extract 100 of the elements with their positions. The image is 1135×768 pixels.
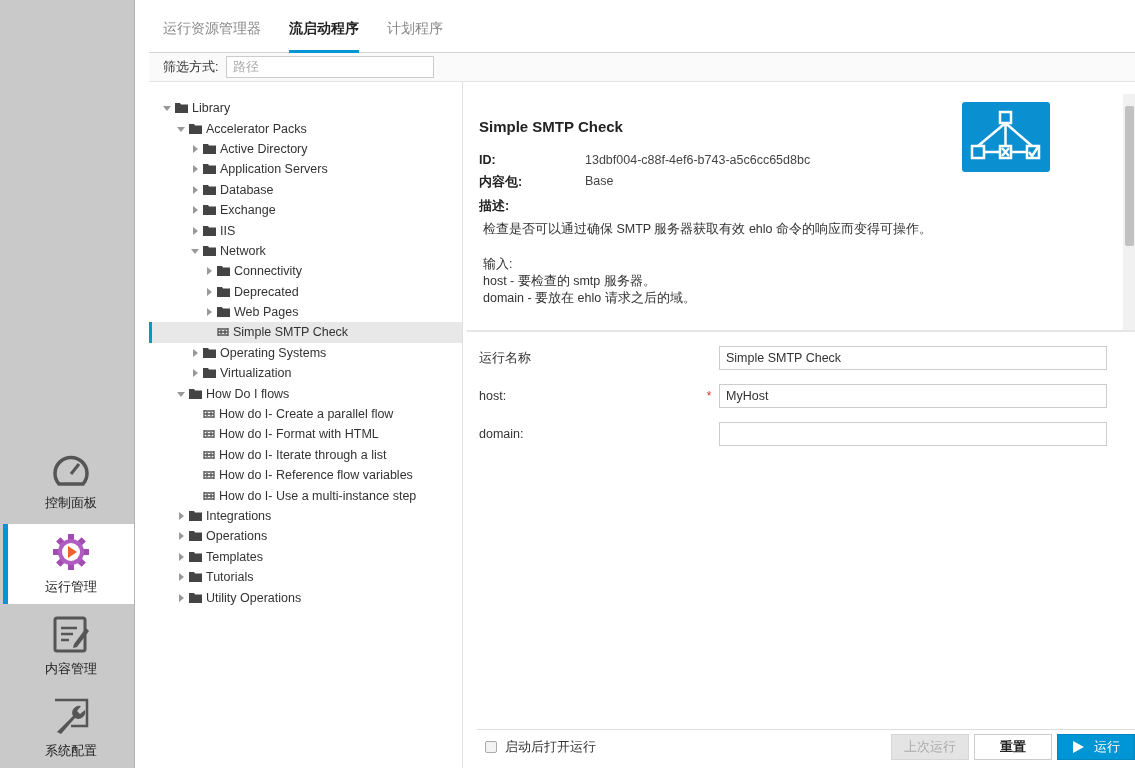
- folder-icon: [175, 103, 188, 114]
- caret-icon[interactable]: [191, 348, 199, 357]
- tree-item[interactable]: Network: [149, 240, 462, 262]
- tree-item[interactable]: How do I- Format with HTML: [149, 424, 462, 445]
- caret-icon[interactable]: [177, 573, 185, 582]
- tree-item[interactable]: Operating Systems: [149, 342, 462, 364]
- folder-icon: [203, 347, 216, 358]
- folder-icon: [217, 266, 230, 277]
- folder-icon: [189, 388, 202, 399]
- checkbox[interactable]: [485, 741, 497, 753]
- nav-label: 内容管理: [45, 660, 97, 678]
- folder-icon: [189, 531, 202, 542]
- tree-item[interactable]: IIS: [149, 220, 462, 241]
- folder-icon: [203, 225, 216, 236]
- meta-value: 13dbf004-c88f-4ef6-b743-a5c6cc65d8bc: [585, 153, 811, 167]
- description-label: 描述:: [479, 198, 511, 215]
- tree-item[interactable]: Integrations: [149, 505, 462, 527]
- caret-icon[interactable]: [205, 308, 213, 317]
- flow-diagram-icon: [962, 102, 1050, 172]
- flow-icon: [217, 327, 229, 338]
- tree-item[interactable]: Active Directory: [149, 138, 462, 160]
- description-line: domain - 要放在 ehlo 请求之后的域。: [482, 290, 697, 307]
- nav-item[interactable]: 内容管理: [3, 606, 134, 686]
- nav-label: 运行管理: [45, 578, 97, 596]
- play-icon: [1072, 741, 1084, 753]
- field-label: host:: [479, 389, 508, 403]
- tab[interactable]: 运行资源管理器: [163, 20, 261, 53]
- action-button[interactable]: 重置: [974, 734, 1052, 760]
- folder-icon: [217, 286, 230, 297]
- folder-icon: [189, 551, 202, 562]
- folder-icon: [189, 511, 202, 521]
- input-field[interactable]: [719, 422, 1107, 446]
- caret-icon[interactable]: [177, 532, 185, 541]
- folder-icon: [203, 184, 216, 195]
- tree-item[interactable]: How do I- Iterate through a list: [149, 444, 462, 466]
- flow-icon: [203, 409, 215, 420]
- tree-item[interactable]: Application Servers: [149, 159, 462, 180]
- checkbox-label: 启动后打开运行: [505, 738, 596, 756]
- field-label: 运行名称: [479, 349, 532, 367]
- nav-item[interactable]: 运行管理: [3, 524, 134, 604]
- input-field[interactable]: MyHost: [719, 384, 1107, 408]
- description-line: 输入:: [482, 256, 514, 273]
- tree-item[interactable]: Simple SMTP Check: [149, 322, 462, 343]
- flow-icon: [203, 490, 215, 501]
- tree-item[interactable]: Database: [149, 179, 462, 200]
- meta-label: 内容包:: [479, 174, 524, 191]
- nav-label: 系统配置: [45, 742, 97, 760]
- caret-icon[interactable]: [163, 104, 171, 113]
- caret-icon[interactable]: [205, 287, 213, 296]
- caret-icon[interactable]: [191, 144, 199, 153]
- input-field[interactable]: Simple SMTP Check: [719, 346, 1107, 370]
- flow-icon: [203, 470, 215, 481]
- caret-icon[interactable]: [191, 226, 199, 235]
- caret-icon[interactable]: [191, 369, 199, 378]
- tree-item[interactable]: How do I- Create a parallel flow: [149, 403, 462, 425]
- caret-icon[interactable]: [177, 124, 185, 133]
- caret-icon[interactable]: [191, 206, 199, 215]
- caret-icon[interactable]: [177, 512, 185, 520]
- tree-item[interactable]: Exchange: [149, 199, 462, 221]
- tree-item[interactable]: Deprecated: [149, 281, 462, 302]
- folder-icon: [203, 368, 216, 379]
- tree-item[interactable]: How do I- Use a multi-instance step: [149, 485, 462, 506]
- folder-icon: [189, 572, 202, 583]
- gear-play-icon: [51, 532, 91, 572]
- caret-icon[interactable]: [191, 246, 199, 255]
- tree-item[interactable]: Virtualization: [149, 363, 462, 384]
- tree-item[interactable]: Web Pages: [149, 301, 462, 323]
- nav-label: 控制面板: [45, 494, 97, 512]
- flow-icon: [203, 449, 215, 460]
- nav-item[interactable]: 系统配置: [3, 688, 134, 768]
- tree-item[interactable]: Accelerator Packs: [149, 118, 462, 139]
- folder-icon: [203, 143, 216, 154]
- folder-icon: [203, 205, 216, 216]
- folder-icon: [203, 245, 216, 256]
- caret-icon[interactable]: [177, 389, 185, 398]
- caret-icon[interactable]: [191, 165, 199, 174]
- description-line: host - 要检查的 smtp 服务器。: [482, 273, 657, 290]
- tree-item[interactable]: How Do I flows: [149, 383, 462, 404]
- folder-icon: [189, 592, 202, 603]
- tree-item[interactable]: Connectivity: [149, 261, 462, 282]
- tree-item[interactable]: Library: [149, 98, 462, 119]
- meta-label: ID:: [479, 153, 497, 167]
- caret-icon[interactable]: [191, 185, 199, 194]
- tree-item[interactable]: Templates: [149, 546, 462, 567]
- meta-value: Base: [585, 174, 614, 190]
- tab[interactable]: 计划程序: [387, 20, 443, 53]
- tree-item[interactable]: Tutorials: [149, 567, 462, 588]
- tree-item[interactable]: How do I- Reference flow variables: [149, 465, 462, 486]
- folder-icon: [203, 164, 216, 175]
- folder-icon: [217, 307, 230, 318]
- tree-item[interactable]: Utility Operations: [149, 587, 462, 608]
- caret-icon[interactable]: [177, 593, 185, 602]
- flow-title: Simple SMTP Check: [479, 118, 624, 135]
- nav-item[interactable]: 控制面板: [3, 442, 134, 522]
- filter-field[interactable]: 路径: [226, 56, 435, 78]
- caret-icon[interactable]: [205, 267, 213, 276]
- field-label: domain:: [479, 427, 525, 441]
- scrollbar[interactable]: [1123, 94, 1135, 330]
- tree-item[interactable]: Operations: [149, 526, 462, 547]
- caret-icon[interactable]: [177, 552, 185, 561]
